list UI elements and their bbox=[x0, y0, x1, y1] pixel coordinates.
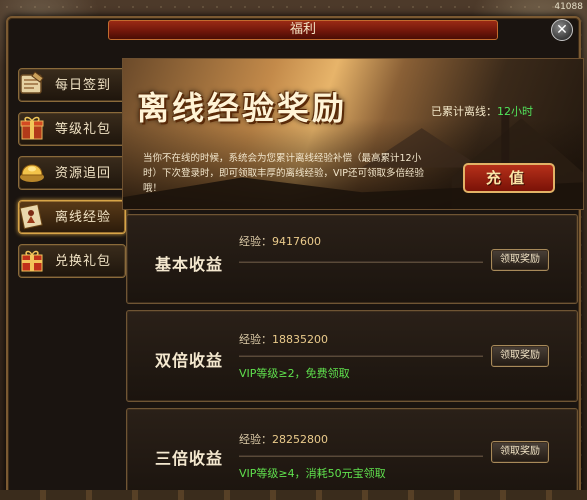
offline-exp-content: 离线经验奖励 已累计离线：12小时 当你不在线的时候，系统会为您累计离线经验补偿… bbox=[122, 58, 584, 500]
sidebar-item-resource-recovery[interactable]: 资源追回 bbox=[18, 156, 126, 190]
exp-value: 18835200 bbox=[272, 333, 328, 346]
gold-ingot-icon bbox=[15, 153, 49, 191]
vip-requirement: VIP等级≥2，免费领取 bbox=[239, 367, 350, 380]
vip-requirement: VIP等级≥4，消耗50元宝领取 bbox=[239, 467, 386, 480]
reward-basic: 基本收益 经验：9417600 领取奖励 bbox=[126, 214, 578, 304]
sidebar: 每日签到 等级礼包 资源追回 离线经验 兑换礼包 bbox=[18, 68, 126, 288]
exp-label: 经验： bbox=[239, 235, 272, 248]
reward-title: 三倍收益 bbox=[155, 449, 224, 468]
exp-line: 经验：9417600 bbox=[239, 233, 321, 249]
red-gift-icon bbox=[15, 241, 49, 279]
close-button[interactable]: ✕ bbox=[551, 19, 573, 41]
exp-divider bbox=[239, 355, 483, 357]
banner-description: 当你不在线的时候，系统会为您累计离线经验补偿（最高累计12小时）下次登录时，即可… bbox=[143, 153, 425, 194]
exp-line: 经验：18835200 bbox=[239, 331, 328, 347]
exp-divider bbox=[239, 261, 483, 263]
sidebar-item-label: 离线经验 bbox=[55, 210, 112, 225]
sidebar-item-level-gift[interactable]: 等级礼包 bbox=[18, 112, 126, 146]
exp-label: 经验： bbox=[239, 333, 272, 346]
sidebar-item-daily-signin[interactable]: 每日签到 bbox=[18, 68, 126, 102]
window-title: 福利 bbox=[108, 20, 498, 40]
reward-triple: 三倍收益 经验：28252800 VIP等级≥4，消耗50元宝领取 领取奖励 bbox=[126, 408, 578, 500]
accumulated-offline-time: 已累计离线：12小时 bbox=[431, 103, 533, 119]
sidebar-item-label: 兑换礼包 bbox=[55, 254, 112, 269]
corner-number: 41088 bbox=[554, 2, 583, 12]
claim-reward-button[interactable]: 领取奖励 bbox=[491, 345, 549, 367]
recharge-button[interactable]: 充值 bbox=[463, 163, 555, 193]
offline-exp-banner: 离线经验奖励 已累计离线：12小时 当你不在线的时候，系统会为您累计离线经验补偿… bbox=[122, 58, 584, 210]
accumulated-value: 12小时 bbox=[497, 105, 533, 118]
bottom-hud-strip bbox=[0, 490, 587, 500]
accumulated-label: 已累计离线： bbox=[431, 105, 497, 118]
claim-reward-button[interactable]: 领取奖励 bbox=[491, 441, 549, 463]
close-icon: ✕ bbox=[556, 22, 568, 38]
scroll-figure-icon bbox=[15, 197, 49, 235]
exp-value: 28252800 bbox=[272, 433, 328, 446]
sidebar-item-redeem-gift[interactable]: 兑换礼包 bbox=[18, 244, 126, 278]
calendar-scroll-icon bbox=[15, 65, 49, 103]
gift-box-icon bbox=[15, 109, 49, 147]
reward-title: 双倍收益 bbox=[155, 351, 224, 370]
exp-label: 经验： bbox=[239, 433, 272, 446]
reward-title: 基本收益 bbox=[155, 255, 224, 274]
claim-reward-button[interactable]: 领取奖励 bbox=[491, 249, 549, 271]
banner-title: 离线经验奖励 bbox=[137, 89, 348, 127]
sidebar-item-offline-exp[interactable]: 离线经验 bbox=[18, 200, 126, 234]
sidebar-item-label: 每日签到 bbox=[55, 78, 112, 93]
exp-divider bbox=[239, 455, 483, 457]
exp-value: 9417600 bbox=[272, 235, 321, 248]
sidebar-item-label: 等级礼包 bbox=[55, 122, 112, 137]
exp-line: 经验：28252800 bbox=[239, 431, 328, 447]
welfare-panel: 福利 ✕ 每日签到 等级礼包 资源追回 离线经验 兑换礼包 离线经验奖励 已累计… bbox=[6, 16, 584, 500]
reward-double: 双倍收益 经验：18835200 VIP等级≥2，免费领取 领取奖励 bbox=[126, 310, 578, 402]
sidebar-item-label: 资源追回 bbox=[55, 166, 112, 181]
